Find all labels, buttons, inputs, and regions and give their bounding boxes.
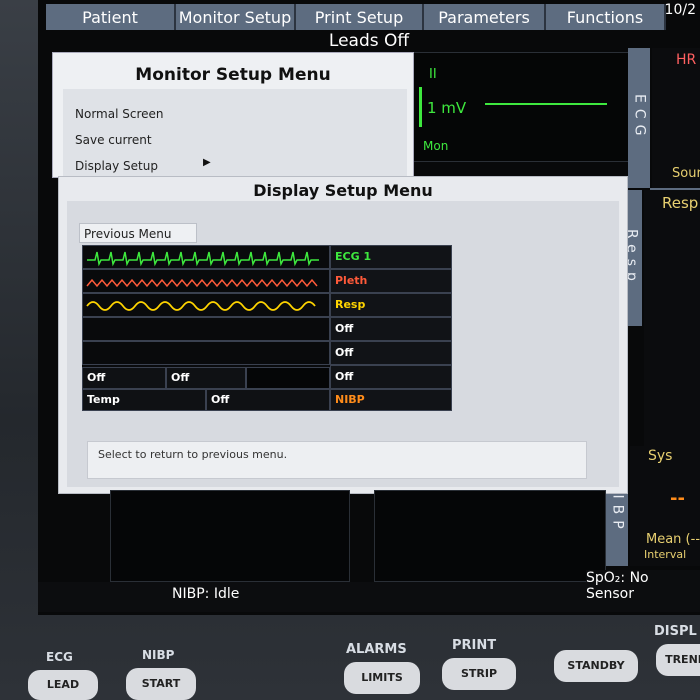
hr-label: HR [676,52,697,68]
ecg-lead-label: II [429,67,437,82]
menu-patient[interactable]: Patient [46,4,176,30]
top-menu-bar: Patient Monitor Setup Print Setup Parame… [46,2,700,30]
menu-item-save-current[interactable]: Save current [75,133,152,147]
status-message: Leads Off [328,31,410,51]
previous-menu-button[interactable]: Previous Menu [79,223,197,243]
menu-monitor-setup[interactable]: Monitor Setup [176,4,296,30]
numeric-slot-empty [246,367,330,389]
temp-value-slot[interactable]: Off [206,389,330,411]
numeric-slot-left[interactable]: Off [82,367,166,389]
nibp-hw-label: NIBP [142,648,175,662]
menu-item-display-setup[interactable]: Display Setup [75,159,158,173]
temp-slot[interactable]: Temp [82,389,206,411]
ecg-wave-preview [87,251,319,267]
monitor-setup-menu: Monitor Setup Menu Normal Screen Save cu… [52,52,414,178]
print-hw-label: PRINT [452,638,497,653]
menu-parameters[interactable]: Parameters [424,4,546,30]
menu-print-setup[interactable]: Print Setup [296,4,424,30]
pleth-wave-preview [86,278,318,288]
hr-panel: HR Sour [652,48,700,188]
strip-button[interactable]: STRIP [442,658,516,690]
waveform-label-2[interactable]: Pleth [330,269,452,293]
display-setup-body: Previous Menu ECG 1 Pleth Resp Off Off O… [67,201,619,487]
nibp-slot[interactable]: NIBP [330,389,452,411]
clock-text: 10/2 [664,2,696,18]
waveform-slot-2[interactable] [82,269,330,293]
waveform-label-3[interactable]: Resp [330,293,452,317]
help-text-box: Select to return to previous menu. [87,441,587,479]
limits-button[interactable]: LIMITS [344,662,420,694]
nibp-status: NIBP: Idle [172,586,240,602]
display-hw-label: DISPL [654,624,697,639]
start-button[interactable]: START [126,668,196,700]
sys-label: Sys [648,448,673,464]
monitor-setup-list: Normal Screen Save current Display Setup… [63,89,407,177]
lead-button[interactable]: LEAD [28,670,98,700]
ecg-scale-label: 1 mV [427,99,467,117]
resp-wave-preview [86,301,316,311]
waveform-slot-4[interactable] [82,317,330,341]
mean-label: Mean (-- [646,532,700,547]
monitor-setup-title: Monitor Setup Menu [135,65,331,85]
nibp-panel: Sys -- Mean (-- Interval [630,446,700,566]
bottom-status-bar: NIBP: Idle SpO₂: No Sensor [38,570,700,612]
sys-value: -- [670,488,685,509]
source-label: Sour [672,166,700,181]
waveform-slot-3[interactable] [82,293,330,317]
waveform-label-1[interactable]: ECG 1 [330,245,452,269]
ecg-scale-bar [419,87,422,127]
submenu-arrow-icon: ▶ [203,157,211,168]
ecg-hw-label: ECG [46,650,73,664]
menu-functions[interactable]: Functions [546,4,666,30]
display-setup-menu: Display Setup Menu Previous Menu ECG 1 P… [58,176,628,494]
waveform-label-5[interactable]: Off [330,341,452,365]
spo2-status: SpO₂: No Sensor [586,570,700,602]
monitor-bezel: Patient Monitor Setup Print Setup Parame… [0,0,700,700]
ecg-mode-label: Mon [423,139,449,153]
waveform-layout-grid: ECG 1 Pleth Resp Off Off Off Off Off Tem… [82,245,452,411]
display-setup-title: Display Setup Menu [253,181,433,200]
standby-button[interactable]: STANDBY [554,650,638,682]
waveform-label-6[interactable]: Off [330,365,452,389]
resp-value-label: Resp [662,194,699,212]
ecg-waveform-panel: II 1 mV Mon [412,52,630,162]
trend-button[interactable]: TREND [656,644,700,676]
menu-item-normal-screen[interactable]: Normal Screen [75,107,164,121]
interval-label: Interval [644,548,687,561]
waveform-label-4[interactable]: Off [330,317,452,341]
monitor-screen: Patient Monitor Setup Print Setup Parame… [38,0,700,615]
waveform-slot-1[interactable] [82,245,330,269]
ecg-tab-label: ECG [631,94,648,142]
clock-area: 10/2 [664,2,700,30]
resp-panel: Resp [644,190,700,446]
numeric-slot-middle[interactable]: Off [166,367,246,389]
ecg-flat-line [485,103,607,105]
waveform-slot-5[interactable] [82,341,330,365]
ecg-side-tab[interactable]: ECG [628,48,650,188]
help-text: Select to return to previous menu. [98,448,288,461]
lower-middle-panel [374,490,606,582]
alarms-hw-label: ALARMS [346,642,407,657]
lower-left-panel [110,490,350,582]
